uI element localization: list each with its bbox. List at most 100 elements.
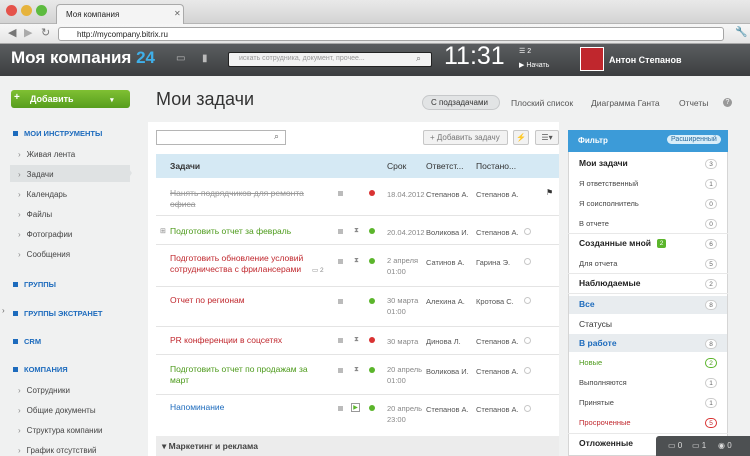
filter-created[interactable]: Созданные мной [579,238,651,248]
comments-icon[interactable]: ▭ 2 [312,266,324,274]
sidebar-item-calendar[interactable]: › Календарь [18,190,67,199]
forward-icon[interactable]: ▶ [24,26,32,39]
responsible[interactable]: Степанов А. [426,190,469,199]
filter-all[interactable]: Все [579,299,595,309]
director[interactable]: Гарина Э. [476,258,510,267]
filter-deferred[interactable]: Отложенные [579,438,633,448]
table-row[interactable]: Подготовить обновление условий сотруднич… [170,253,315,275]
table-row[interactable]: Подготовить отчет по продажам за март [170,364,320,386]
priority-icon[interactable] [338,229,343,234]
sidebar-item-photos[interactable]: › Фотографии [18,230,72,239]
filter-in-report[interactable]: В отчете [579,219,609,228]
flag-icon[interactable]: ⚑ [546,188,553,197]
sidebar-item-tasks[interactable]: › Задачи [18,170,54,179]
search-icon[interactable]: ⌕ [274,131,279,142]
responsible[interactable]: Степанов А. [426,405,469,414]
filter-watched[interactable]: Наблюдаемые [579,278,640,288]
filter-overdue[interactable]: Просроченные [579,418,631,427]
filter-my-tasks[interactable]: Мои задачи [579,158,628,168]
director[interactable]: Кротова С. [476,297,514,306]
director[interactable]: Степанов А. [476,190,519,199]
director[interactable]: Степанов А. [476,228,519,237]
quick-task-button[interactable]: ⚡ [513,130,529,145]
sidebar-item-messages[interactable]: › Сообщения [18,250,70,259]
responsible[interactable]: Воликова И. [426,367,469,376]
col-tasks[interactable]: Задачи [170,161,200,171]
filter-coexecutor[interactable]: Я соисполнитель [579,199,639,208]
responsible[interactable]: Динова Л. [426,337,461,346]
sidebar-item-documents[interactable]: › Общие документы [18,406,96,415]
expand-icon[interactable]: ⊞ [160,227,166,235]
tab-flat-list[interactable]: Плоский список [511,98,573,108]
avatar[interactable] [580,47,604,71]
sidebar-item-employees[interactable]: › Сотрудники [18,386,70,395]
add-button[interactable]: Добавить ▾ [11,90,130,108]
tab-reports[interactable]: Отчеты [679,98,708,108]
search-input[interactable]: искать сотрудника, документ, прочее... [228,52,432,67]
table-row[interactable]: Нанять подрядчиков для ремонта офиса [170,188,330,210]
complete-checkbox[interactable] [524,405,531,412]
wrench-icon[interactable]: 🔧 [735,27,747,38]
sidebar-section-tools[interactable]: МОИ ИНСТРУМЕНТЫ [13,129,102,138]
back-icon[interactable]: ◀ [8,26,16,39]
responsible[interactable]: Алехина А. [426,297,465,306]
table-row[interactable]: Напоминание [170,402,224,412]
minimize-window-button[interactable] [21,5,32,16]
users-icon[interactable]: ◉ 0 [718,441,732,450]
extended-filter-toggle[interactable]: Расширенный [667,135,721,144]
col-director[interactable]: Постано... [476,161,516,171]
priority-icon[interactable] [338,191,343,196]
responsible[interactable]: Сатинов А. [426,258,465,267]
filter-in-progress[interactable]: В работе [579,338,617,348]
reload-icon[interactable]: ↻ [41,26,50,39]
notification-icon[interactable]: ▮ [202,53,208,64]
search-icon[interactable]: ⌕ [416,53,421,64]
sidebar-section-crm[interactable]: CRM [13,337,41,346]
table-row[interactable]: PR конференции в соцсетях [170,335,282,345]
list-options-button[interactable]: ☰▾ [535,130,559,145]
tasks-counter-icon[interactable]: ☰ 2 [519,47,531,55]
priority-icon[interactable] [338,406,343,411]
sidebar-item-feed[interactable]: › Живая лента [18,150,75,159]
col-responsible[interactable]: Ответст... [426,161,463,171]
start-workday-button[interactable]: ▶ Начать [519,61,549,69]
add-task-button[interactable]: + Добавить задачу [423,130,508,145]
maximize-window-button[interactable] [36,5,47,16]
director[interactable]: Степанов А. [476,367,519,376]
notifications-icon[interactable]: ▭ 1 [692,441,706,450]
sidebar-item-files[interactable]: › Файлы [18,210,52,219]
play-icon[interactable]: ▶ [351,403,360,412]
priority-icon[interactable] [338,338,343,343]
table-row[interactable]: Отчет по регионам [170,295,245,305]
director[interactable]: Степанов А. [476,405,519,414]
sidebar-item-structure[interactable]: › Структура компании [18,426,103,435]
filter-executing[interactable]: Выполняются [579,378,627,387]
messages-icon[interactable]: ▭ 0 [668,441,682,450]
chat-icon[interactable]: ▭ [176,53,185,64]
project-section-title[interactable]: ▾ Маркетинг и реклама [162,441,258,452]
filter-new[interactable]: Новые [579,358,602,367]
close-window-button[interactable] [6,5,17,16]
sidebar-toggle-icon[interactable]: › [2,306,5,315]
tab-gantt[interactable]: Диаграмма Ганта [591,98,660,108]
complete-checkbox[interactable] [524,258,531,265]
priority-icon[interactable] [338,368,343,373]
task-search-input[interactable] [156,130,286,145]
sidebar-item-absence[interactable]: › График отсутствий [18,446,97,455]
sidebar-section-groups[interactable]: ГРУППЫ [13,280,56,289]
table-row[interactable]: Подготовить отчет за февраль [170,226,291,236]
sidebar-section-extranet[interactable]: ГРУППЫ ЭКСТРАНЕТ [13,309,102,318]
help-icon[interactable]: ? [723,98,732,107]
tab-subtasks[interactable]: С подзадачами [422,95,500,110]
complete-checkbox[interactable] [524,337,531,344]
portal-logo[interactable]: Моя компания 24 [11,48,155,68]
close-tab-icon[interactable]: ✕ [174,9,181,18]
address-field[interactable]: http://mycompany.bitrix.ru [58,27,724,41]
director[interactable]: Степанов А. [476,337,519,346]
responsible[interactable]: Воликова И. [426,228,469,237]
filter-accepted[interactable]: Принятые [579,398,614,407]
complete-checkbox[interactable] [524,297,531,304]
user-name[interactable]: Антон Степанов [609,55,681,65]
sidebar-section-company[interactable]: КОМПАНИЯ [13,365,68,374]
priority-icon[interactable] [338,259,343,264]
